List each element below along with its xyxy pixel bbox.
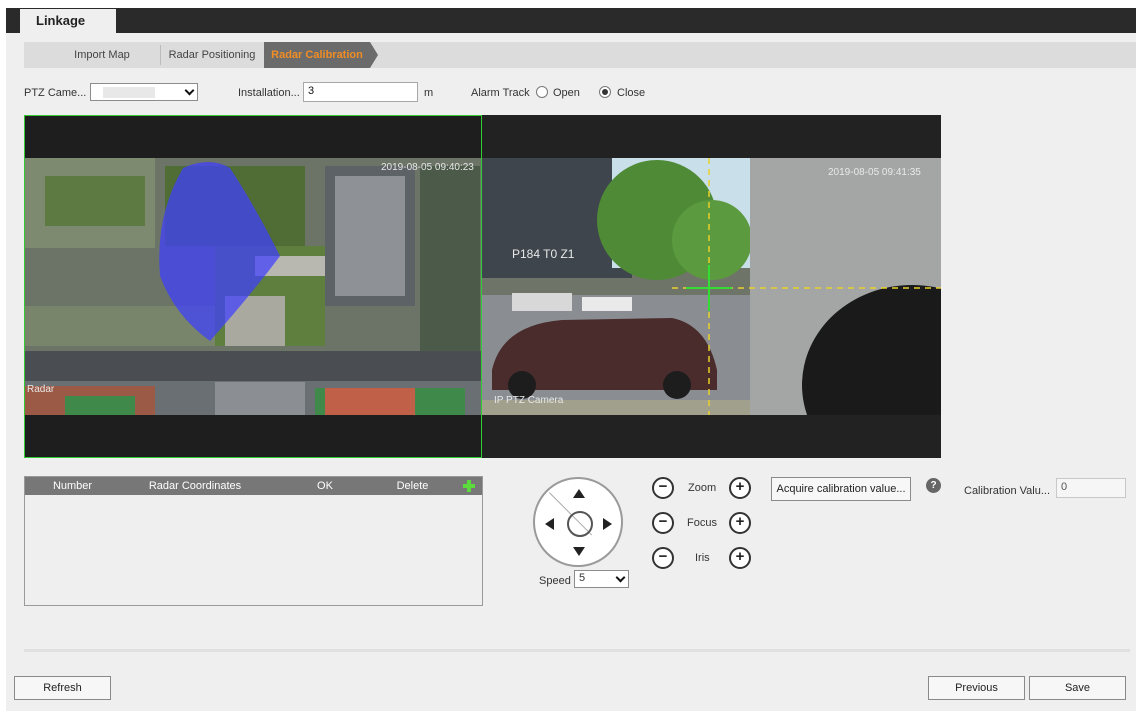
refresh-button[interactable]: Refresh — [14, 676, 111, 700]
ptz-position-overlay: P184 T0 Z1 — [512, 247, 575, 261]
chevron-down-icon — [615, 572, 626, 583]
step-radar-positioning[interactable]: Radar Positioning — [162, 42, 262, 68]
wizard-steps: Import Map Radar Positioning Radar Calib… — [24, 42, 1136, 68]
ptz-camera-select[interactable] — [90, 83, 198, 101]
zoom-in-button[interactable]: + — [729, 477, 751, 499]
speed-value: 5 — [579, 572, 586, 584]
col-number: Number — [52, 480, 93, 492]
plus-icon[interactable] — [462, 479, 476, 493]
alarm-track-open-label: Open — [553, 87, 580, 99]
calibration-value-label: Calibration Valu... — [964, 485, 1051, 497]
speed-select[interactable]: 5 — [574, 570, 629, 588]
radar-timestamp: 2019-08-05 09:40:23 — [381, 162, 474, 173]
col-delete: Delete — [396, 480, 429, 492]
calibration-table: Number Radar Coordinates OK Delete — [24, 476, 483, 606]
step-divider — [160, 45, 161, 65]
radar-caption: Radar — [27, 384, 55, 395]
step-radar-calibration[interactable]: Radar Calibration — [264, 42, 370, 68]
chevron-down-icon — [184, 85, 195, 96]
calibration-value-field[interactable]: 0 — [1056, 478, 1126, 498]
installation-label: Installation... — [238, 87, 300, 99]
title-bar — [6, 8, 1136, 33]
iris-close-button[interactable]: − — [652, 547, 674, 569]
ptz-direction-pad[interactable] — [533, 477, 623, 567]
table-header: Number Radar Coordinates OK Delete — [25, 477, 482, 495]
video-preview: 2019-08-05 09:40:23 Radar P184 T0 Z1 201… — [24, 115, 941, 458]
iris-open-button[interactable]: + — [729, 547, 751, 569]
col-ok: OK — [317, 480, 333, 492]
speed-label: Speed — [539, 575, 571, 587]
ptz-timestamp: 2019-08-05 09:41:35 — [828, 167, 921, 178]
zoom-label: Zoom — [688, 482, 717, 494]
save-button[interactable]: Save — [1029, 676, 1126, 700]
ptz-camera-label: PTZ Came... — [24, 87, 87, 99]
alarm-track-label: Alarm Track — [471, 87, 530, 99]
arrow-left-icon[interactable] — [545, 518, 554, 530]
iris-label: Iris — [695, 552, 710, 564]
arrow-up-icon[interactable] — [573, 489, 585, 498]
alarm-track-close-radio[interactable] — [599, 86, 611, 98]
alarm-track-close-label: Close — [617, 87, 646, 99]
acquire-calibration-button[interactable]: Acquire calibration value... — [771, 477, 911, 501]
divider — [24, 649, 1130, 652]
ptz-camera-view[interactable]: P184 T0 Z1 2019-08-05 09:41:35 IP PTZ Ca… — [482, 115, 941, 458]
arrow-right-icon[interactable] — [603, 518, 612, 530]
page-title: Linkage — [20, 9, 116, 33]
installation-height-input[interactable]: 3 — [303, 82, 418, 102]
help-icon[interactable]: ? — [926, 478, 941, 493]
installation-unit: m — [424, 87, 434, 99]
step-active-arrow — [370, 42, 378, 68]
ptz-camera-value — [103, 87, 155, 98]
focus-in-button[interactable]: + — [729, 512, 751, 534]
col-radar-coordinates: Radar Coordinates — [148, 480, 242, 492]
ptz-center-button[interactable] — [567, 511, 593, 537]
radar-map-view[interactable]: 2019-08-05 09:40:23 Radar — [24, 115, 482, 458]
step-import-map[interactable]: Import Map — [52, 42, 152, 68]
focus-out-button[interactable]: − — [652, 512, 674, 534]
zoom-out-button[interactable]: − — [652, 477, 674, 499]
alarm-track-open-radio[interactable] — [536, 86, 548, 98]
previous-button[interactable]: Previous — [928, 676, 1025, 700]
arrow-down-icon[interactable] — [573, 547, 585, 556]
ptz-caption: IP PTZ Camera — [494, 395, 564, 406]
focus-label: Focus — [687, 517, 717, 529]
